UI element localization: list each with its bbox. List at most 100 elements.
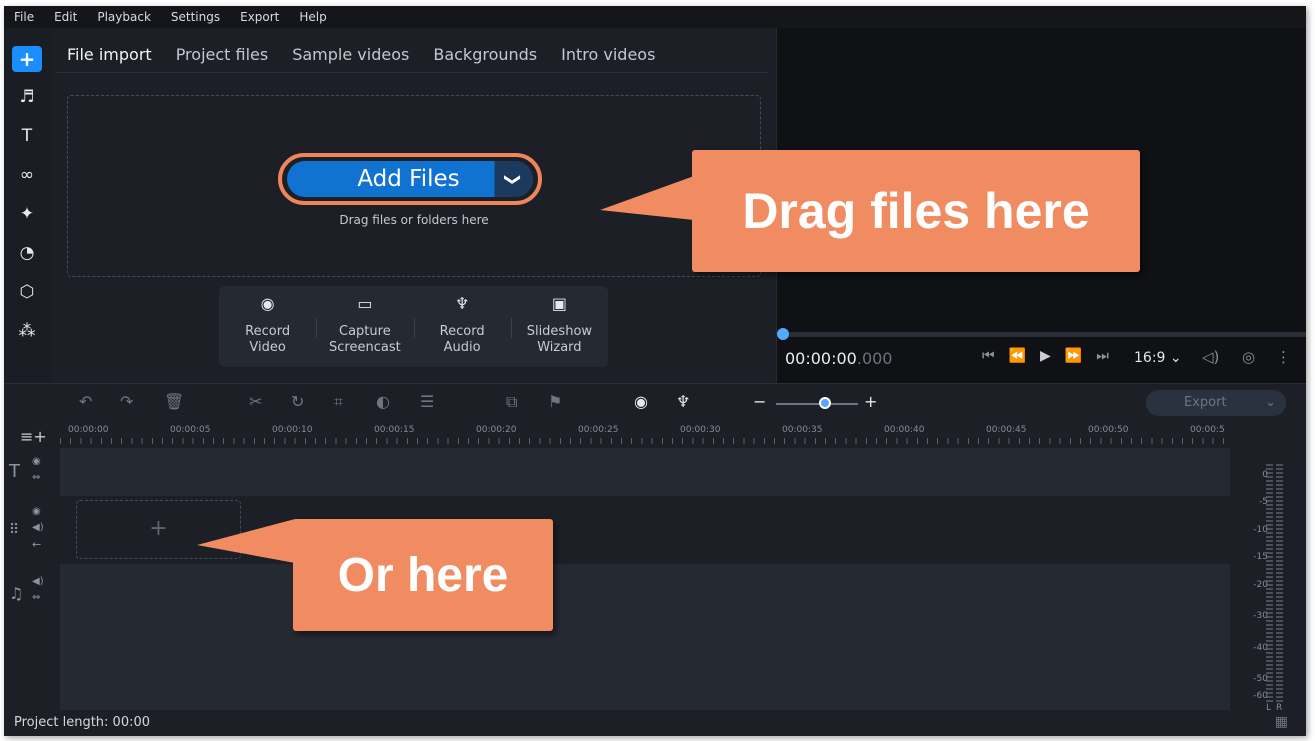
- skip-end-icon[interactable]: ⏭: [1096, 348, 1109, 364]
- record-audio-button[interactable]: ♆ Record Audio: [413, 286, 511, 367]
- chevron-down-icon[interactable]: ⌄: [1265, 390, 1276, 416]
- export-button[interactable]: Export ⌄: [1146, 390, 1286, 416]
- cut-icon[interactable]: ✂: [249, 392, 262, 411]
- tab-project-files[interactable]: Project files: [176, 45, 269, 64]
- meter-scale-label: -40: [1253, 643, 1268, 653]
- aspect-ratio-select[interactable]: 16:9 ⌄: [1134, 350, 1182, 366]
- menu-help[interactable]: Help: [299, 10, 326, 24]
- callout-pointer-1: [600, 176, 694, 220]
- record-video-label-1: Record: [245, 324, 291, 339]
- ruler-tick-label: 00:00:30: [680, 425, 721, 435]
- tab-intro-videos[interactable]: Intro videos: [561, 45, 655, 64]
- grid-view-icon[interactable]: ▦: [1275, 714, 1288, 730]
- rotate-icon[interactable]: ↻: [291, 392, 304, 411]
- capture-screencast-label-1: Capture: [339, 324, 391, 339]
- text-track-icon: T: [9, 461, 20, 482]
- more-options-icon[interactable]: ⋮: [1276, 348, 1291, 366]
- clip-properties-icon[interactable]: ☰: [420, 392, 434, 411]
- player-timecode: 00:00:00.000: [785, 349, 892, 368]
- text-icon[interactable]: T: [11, 122, 43, 150]
- menu-playback[interactable]: Playback: [97, 10, 151, 24]
- menu-bar: File Edit Playback Settings Export Help: [4, 6, 1306, 28]
- arrow-icon[interactable]: ←: [32, 538, 41, 551]
- ruler-tick-label: 00:00:40: [884, 425, 925, 435]
- meter-scale-label: -50: [1253, 674, 1268, 684]
- zoom-slider-track[interactable]: [776, 403, 858, 405]
- magic-wand-icon[interactable]: ✦: [11, 200, 43, 228]
- meter-scale-label: -10: [1253, 525, 1268, 535]
- meter-scale-label: -15: [1253, 552, 1268, 562]
- link-icon[interactable]: ⇔: [32, 592, 40, 603]
- speaker-icon[interactable]: ◀): [32, 576, 44, 587]
- ruler-tick-label: 00:00:05: [170, 425, 211, 435]
- menu-export[interactable]: Export: [240, 10, 279, 24]
- zoom-out-icon[interactable]: −: [753, 392, 766, 411]
- scrubber-handle[interactable]: [777, 328, 789, 340]
- callout-pointer-2: [197, 519, 295, 563]
- drag-hint-text: Drag files or folders here: [339, 213, 489, 227]
- webcam-record-icon[interactable]: ◉: [634, 392, 648, 411]
- music-note-icon[interactable]: ♬: [11, 83, 43, 111]
- add-files-button[interactable]: Add Files ❯: [287, 161, 533, 197]
- eye-icon[interactable]: ◉: [32, 456, 41, 467]
- timeline-ruler[interactable]: 00:00:00 00:00:05 00:00:10 00:00:15 00:00:20…: [60, 425, 1230, 447]
- capture-screencast-label-2: Screencast: [329, 340, 401, 355]
- next-frame-icon[interactable]: ⏩: [1065, 348, 1082, 364]
- more-tools-icon[interactable]: ⁂: [11, 317, 43, 345]
- add-track-icon[interactable]: ≡+: [20, 427, 47, 446]
- ruler-tick-label: 00:00:50: [1088, 425, 1129, 435]
- record-video-button[interactable]: ◉ Record Video: [219, 286, 316, 367]
- record-audio-label-1: Record: [439, 324, 485, 339]
- slideshow-wizard-button[interactable]: ▣ Slideshow Wizard: [510, 286, 608, 367]
- import-tabs: File import Project files Sample videos …: [56, 36, 768, 73]
- microphone-record-icon[interactable]: ♆: [676, 392, 690, 411]
- link-icon[interactable]: ⇔: [32, 472, 40, 483]
- meter-scale-label: -60: [1253, 691, 1268, 701]
- filters-icon[interactable]: ◔: [11, 239, 43, 267]
- prev-frame-icon[interactable]: ⏪: [1009, 348, 1026, 364]
- chevron-down-icon[interactable]: ❯: [495, 161, 533, 197]
- menu-file[interactable]: File: [14, 10, 34, 24]
- audio-track[interactable]: [60, 564, 1230, 710]
- webcam-icon: ◉: [260, 294, 275, 313]
- transitions-icon[interactable]: ∞: [11, 161, 43, 189]
- speaker-icon[interactable]: ◀): [32, 522, 44, 533]
- ruler-tick-label: 00:00:20: [476, 425, 517, 435]
- video-track-icon: ⠿: [9, 522, 20, 538]
- play-icon[interactable]: ▶: [1040, 348, 1051, 364]
- import-plus-icon[interactable]: +: [12, 46, 42, 72]
- redo-icon[interactable]: ↷: [120, 392, 133, 411]
- tab-backgrounds[interactable]: Backgrounds: [433, 45, 537, 64]
- tab-sample-videos[interactable]: Sample videos: [292, 45, 409, 64]
- overlay-icon[interactable]: ⧉: [506, 392, 517, 412]
- ruler-tick-label: 00:00:5: [1190, 425, 1225, 435]
- text-track[interactable]: [60, 448, 1230, 496]
- marker-flag-icon[interactable]: ⚑: [548, 392, 562, 411]
- timeline-toolbar: [4, 383, 1306, 424]
- ruler-tick-label: 00:00:00: [68, 425, 109, 435]
- eye-icon[interactable]: ◉: [32, 506, 41, 517]
- undo-icon[interactable]: ↶: [79, 392, 92, 411]
- playback-scrubber[interactable]: [778, 332, 1306, 337]
- capture-screencast-button[interactable]: ▭ Capture Screencast: [316, 286, 413, 367]
- crop-icon[interactable]: ⌗: [334, 392, 343, 412]
- snapshot-icon[interactable]: ◎: [1242, 348, 1255, 366]
- skip-start-icon[interactable]: ⏮: [982, 348, 995, 364]
- delete-icon[interactable]: 🗑: [164, 392, 184, 411]
- zoom-in-icon[interactable]: +: [864, 392, 877, 411]
- color-adjust-icon[interactable]: ◐: [376, 392, 390, 411]
- volume-icon[interactable]: ◁): [1202, 348, 1219, 366]
- or-here-callout-text: Or here: [337, 548, 509, 602]
- stickers-icon[interactable]: ⬡: [11, 278, 43, 306]
- add-files-highlight: Add Files ❯: [278, 153, 542, 205]
- ruler-tick-label: 00:00:25: [578, 425, 619, 435]
- left-toolbar: + ♬ T ∞ ✦ ◔ ⬡ ⁂: [4, 28, 50, 383]
- tab-file-import[interactable]: File import: [67, 45, 152, 64]
- ruler-tick-label: 00:00:35: [782, 425, 823, 435]
- record-audio-label-2: Audio: [443, 340, 481, 355]
- drag-files-callout: Drag files here: [600, 150, 1140, 272]
- menu-settings[interactable]: Settings: [171, 10, 220, 24]
- menu-edit[interactable]: Edit: [54, 10, 77, 24]
- screen-icon: ▭: [357, 294, 373, 313]
- ruler-tick-label: 00:00:45: [986, 425, 1027, 435]
